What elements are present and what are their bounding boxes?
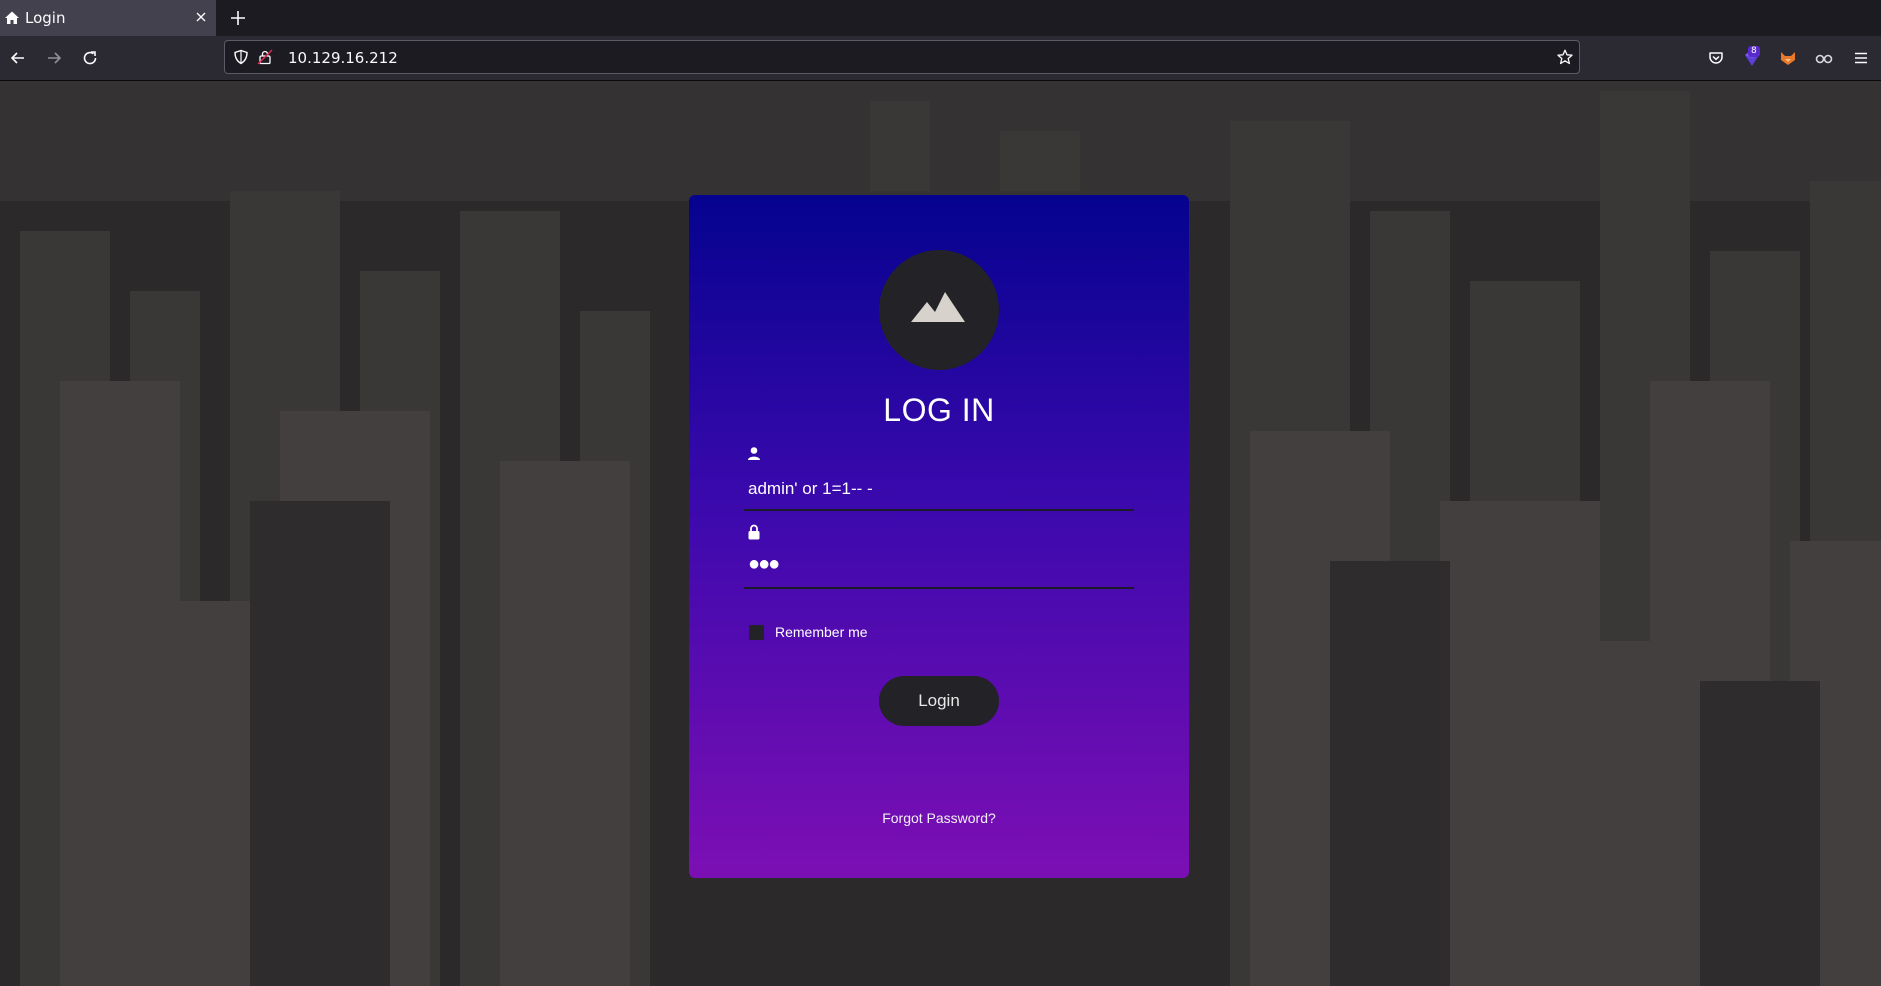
hamburger-icon[interactable] <box>1852 49 1870 67</box>
login-card: LOG IN ●●● Remember me Login Forgot Pass… <box>689 195 1189 878</box>
new-tab-icon[interactable] <box>229 9 247 27</box>
lock-icon <box>748 524 760 540</box>
arrow-right-icon[interactable] <box>45 49 63 67</box>
arrow-left-icon[interactable] <box>9 49 27 67</box>
forgot-password-link[interactable]: Forgot Password? <box>689 810 1189 826</box>
page-title: LOG IN <box>883 392 995 428</box>
lock-icon[interactable] <box>257 49 273 65</box>
pocket-icon[interactable] <box>1707 49 1725 67</box>
navigation-toolbar: 10.129.16.212 8 <box>0 36 1881 81</box>
tab-title: Login <box>25 9 66 27</box>
login-page: LOG IN ●●● Remember me Login Forgot Pass… <box>0 81 1881 986</box>
shield-icon[interactable] <box>233 49 249 65</box>
star-icon[interactable] <box>1557 49 1573 65</box>
tab-login[interactable]: Login <box>0 0 216 36</box>
remember-me-checkbox[interactable] <box>749 625 764 640</box>
tab-strip: Login <box>0 0 1881 36</box>
glasses-extension-icon[interactable] <box>1815 49 1833 67</box>
close-icon[interactable] <box>193 9 209 25</box>
extension-badge: 8 <box>1748 46 1760 57</box>
home-icon <box>5 11 19 24</box>
password-input[interactable]: ●●● <box>748 553 1128 577</box>
fox-extension-icon[interactable] <box>1779 49 1797 67</box>
mountain-icon <box>911 292 965 322</box>
user-icon <box>748 447 760 460</box>
url-bar[interactable]: 10.129.16.212 <box>224 40 1580 74</box>
avatar <box>879 250 999 370</box>
password-field: ●●● <box>744 523 1134 589</box>
reload-icon[interactable] <box>81 49 99 67</box>
url-text[interactable]: 10.129.16.212 <box>288 49 398 67</box>
username-field <box>744 445 1134 511</box>
username-input[interactable] <box>748 477 1128 501</box>
login-button[interactable]: Login <box>879 676 999 726</box>
remember-me-label: Remember me <box>775 624 868 640</box>
